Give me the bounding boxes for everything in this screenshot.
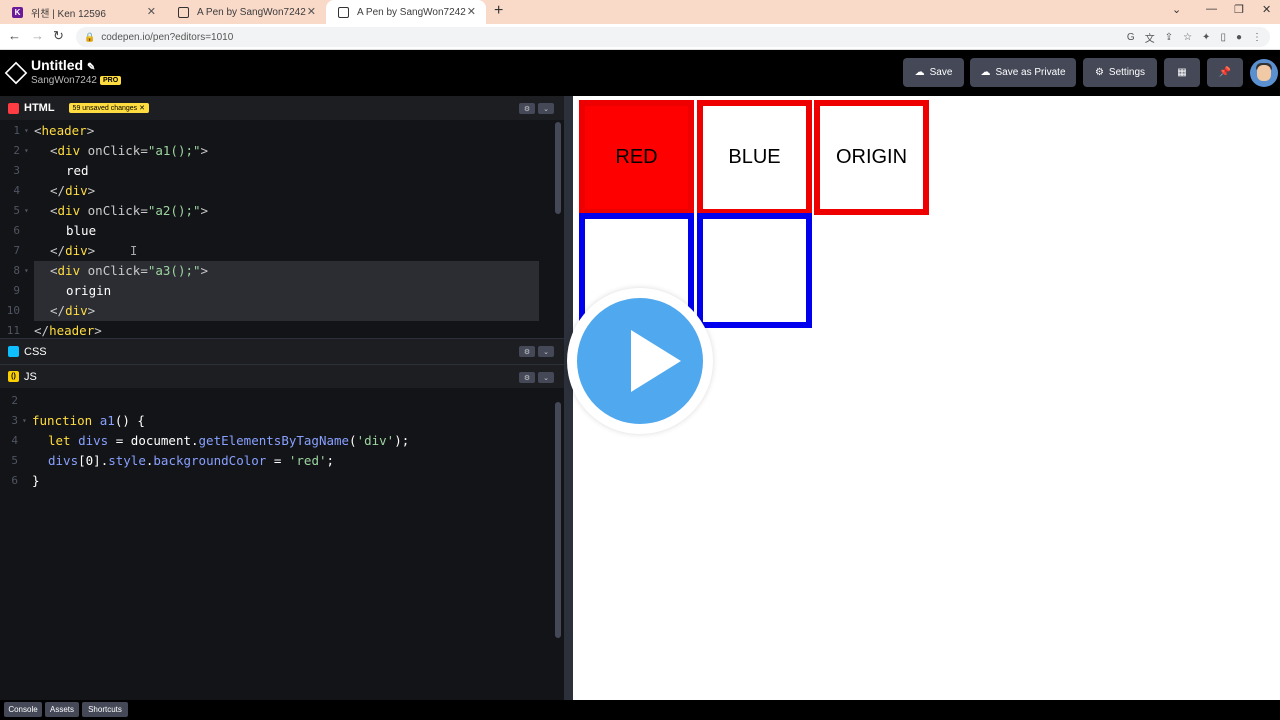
url-text: codepen.io/pen?editors=1010 bbox=[101, 31, 234, 43]
save-button[interactable]: ☁ Save bbox=[903, 58, 964, 87]
play-icon bbox=[631, 330, 681, 392]
preview-box-red[interactable]: RED bbox=[579, 100, 694, 215]
console-button[interactable]: Console bbox=[4, 702, 42, 717]
sidepanel-icon[interactable]: ▯ bbox=[1220, 32, 1226, 43]
minimize-icon[interactable]: — bbox=[1206, 3, 1217, 15]
tab-search-icon[interactable]: ⌄ bbox=[1172, 3, 1181, 16]
profile-icon[interactable]: ● bbox=[1236, 32, 1242, 43]
forward-icon[interactable]: → bbox=[31, 28, 44, 43]
codepen-footer: Console Assets Shortcuts bbox=[0, 700, 1280, 720]
tab-css[interactable]: CSS bbox=[0, 339, 57, 364]
preview-box-blue[interactable]: BLUE bbox=[697, 100, 812, 215]
address-bar: ← → ↻ 🔒 codepen.io/pen?editors=1010 G 文 … bbox=[0, 24, 1280, 50]
restore-icon[interactable]: ❐ bbox=[1234, 3, 1244, 16]
codepen-icon bbox=[338, 6, 349, 18]
pro-badge: PRO bbox=[99, 76, 122, 85]
settings-button[interactable]: ⚙ Settings bbox=[1083, 58, 1157, 87]
css-panel-header: CSS ⚙ ⌄ bbox=[0, 338, 564, 364]
lock-icon: 🔒 bbox=[84, 31, 96, 42]
chevron-down-icon[interactable]: ⌄ bbox=[538, 372, 554, 383]
play-button[interactable] bbox=[567, 288, 713, 434]
js-panel-header: () JS ⚙ ⌄ bbox=[0, 364, 564, 389]
reload-icon[interactable]: ↻ bbox=[53, 28, 64, 44]
js-editor[interactable]: 2 3 ▾ function a1() { 4 let divs = document… bbox=[0, 388, 564, 700]
close-icon[interactable]: ✕ bbox=[467, 5, 476, 18]
cloud-icon: ☁ bbox=[980, 67, 991, 78]
pin-icon: 📌 bbox=[1218, 67, 1232, 78]
codepen-header: Untitled ✎ SangWon7242 PRO ☁ Save ☁ Save as… bbox=[0, 50, 1280, 96]
tab-label: A Pen by SangWon7242 bbox=[197, 6, 306, 18]
close-icon[interactable]: ✕ bbox=[307, 5, 316, 18]
preview-box-empty[interactable] bbox=[697, 213, 812, 328]
cloud-icon: ☁ bbox=[914, 67, 925, 78]
tab-js[interactable]: () JS bbox=[0, 364, 47, 389]
browser-tab-active[interactable]: A Pen by SangWon7242 ✕ bbox=[326, 0, 486, 24]
back-icon[interactable]: ← bbox=[8, 28, 21, 43]
js-icon: () bbox=[8, 371, 19, 382]
html-editor[interactable]: 1 ▾ <header> 2 ▾ <div onClick="a1();"> 3 red … bbox=[0, 120, 564, 338]
new-tab-icon[interactable]: + bbox=[494, 2, 503, 20]
browser-tabbar: K 위챈 | Ken 12596 ✕ A Pen by SangWon7242 … bbox=[0, 0, 1280, 24]
extensions-icon[interactable]: ✦ bbox=[1202, 32, 1210, 43]
gear-icon[interactable]: ⚙ bbox=[519, 372, 535, 383]
google-icon[interactable]: G bbox=[1127, 32, 1135, 43]
tab-favicon-icon: K bbox=[12, 6, 23, 18]
tab-label: A Pen by SangWon7242 bbox=[357, 6, 466, 18]
share-icon[interactable]: ⇪ bbox=[1165, 32, 1173, 43]
resize-gutter[interactable] bbox=[564, 96, 573, 700]
close-icon[interactable]: ✕ bbox=[147, 5, 156, 18]
browser-tab[interactable]: A Pen by SangWon7242 ✕ bbox=[166, 0, 326, 24]
gear-icon[interactable]: ⚙ bbox=[519, 346, 535, 357]
tab-html[interactable]: HTML bbox=[0, 96, 65, 120]
scrollbar[interactable] bbox=[555, 402, 561, 638]
gear-icon[interactable]: ⚙ bbox=[519, 103, 535, 114]
assets-button[interactable]: Assets bbox=[45, 702, 79, 717]
preview-box-origin[interactable]: ORIGIN bbox=[814, 100, 929, 215]
codepen-logo-icon[interactable] bbox=[4, 61, 28, 85]
chevron-down-icon[interactable]: ⌄ bbox=[538, 346, 554, 357]
pin-button[interactable]: 📌 bbox=[1207, 58, 1243, 87]
tab-label: 위챈 | Ken 12596 bbox=[31, 8, 106, 20]
browser-tab[interactable]: K 위챈 | Ken 12596 ✕ bbox=[0, 0, 166, 24]
layout-button[interactable]: ▦ bbox=[1164, 58, 1200, 87]
url-field[interactable]: 🔒 codepen.io/pen?editors=1010 G 文 ⇪ ☆ ✦ … bbox=[76, 27, 1270, 47]
shortcuts-button[interactable]: Shortcuts bbox=[82, 702, 128, 717]
css-icon bbox=[8, 346, 19, 357]
text-cursor-icon: I bbox=[130, 244, 138, 258]
pen-owner[interactable]: SangWon7242 PRO bbox=[31, 75, 122, 86]
translate-icon[interactable]: 文 bbox=[1145, 30, 1155, 45]
codepen-icon bbox=[178, 6, 189, 18]
avatar[interactable] bbox=[1250, 59, 1278, 87]
chevron-down-icon[interactable]: ⌄ bbox=[538, 103, 554, 114]
window-close-icon[interactable]: ✕ bbox=[1262, 3, 1271, 16]
pencil-icon[interactable]: ✎ bbox=[87, 62, 95, 73]
pen-title[interactable]: Untitled ✎ bbox=[31, 57, 95, 73]
layout-icon: ▦ bbox=[1177, 67, 1187, 78]
scrollbar[interactable] bbox=[555, 122, 561, 214]
unsaved-badge[interactable]: 59 unsaved changes ✕ bbox=[68, 103, 149, 113]
html-panel-header: HTML 59 unsaved changes ✕ ⚙ ⌄ bbox=[0, 96, 564, 120]
html-icon bbox=[8, 102, 19, 114]
save-private-button[interactable]: ☁ Save as Private bbox=[970, 58, 1076, 87]
star-icon[interactable]: ☆ bbox=[1183, 32, 1192, 43]
menu-icon[interactable]: ⋮ bbox=[1252, 32, 1262, 43]
gear-icon: ⚙ bbox=[1094, 67, 1104, 78]
